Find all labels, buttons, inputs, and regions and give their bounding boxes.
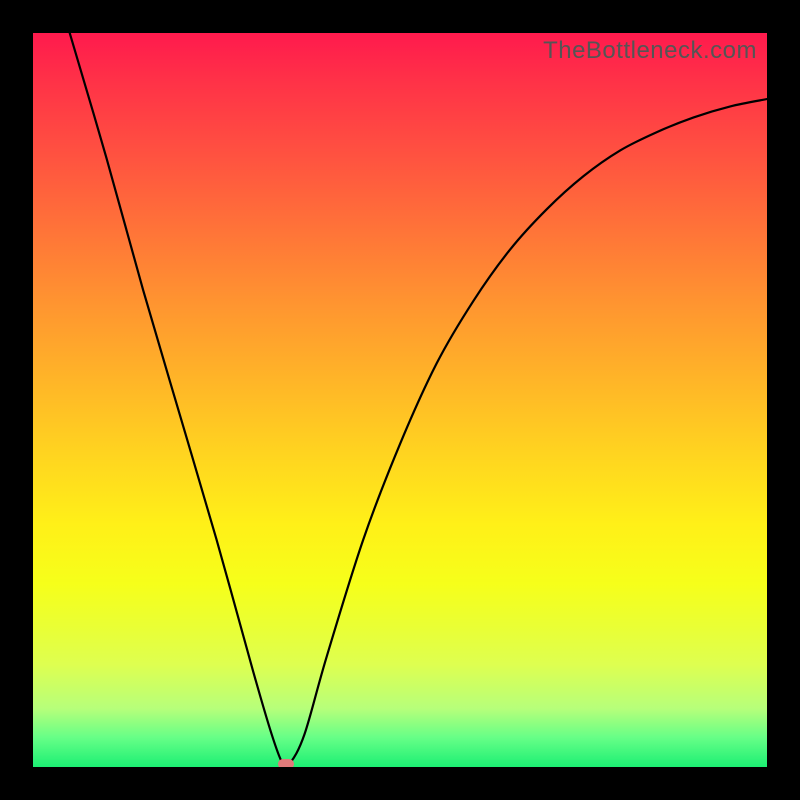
bottleneck-curve	[33, 33, 767, 767]
watermark-text: TheBottleneck.com	[543, 37, 757, 65]
chart-frame: TheBottleneck.com	[0, 0, 800, 800]
plot-area: TheBottleneck.com	[33, 33, 767, 767]
minimum-marker	[278, 759, 294, 767]
